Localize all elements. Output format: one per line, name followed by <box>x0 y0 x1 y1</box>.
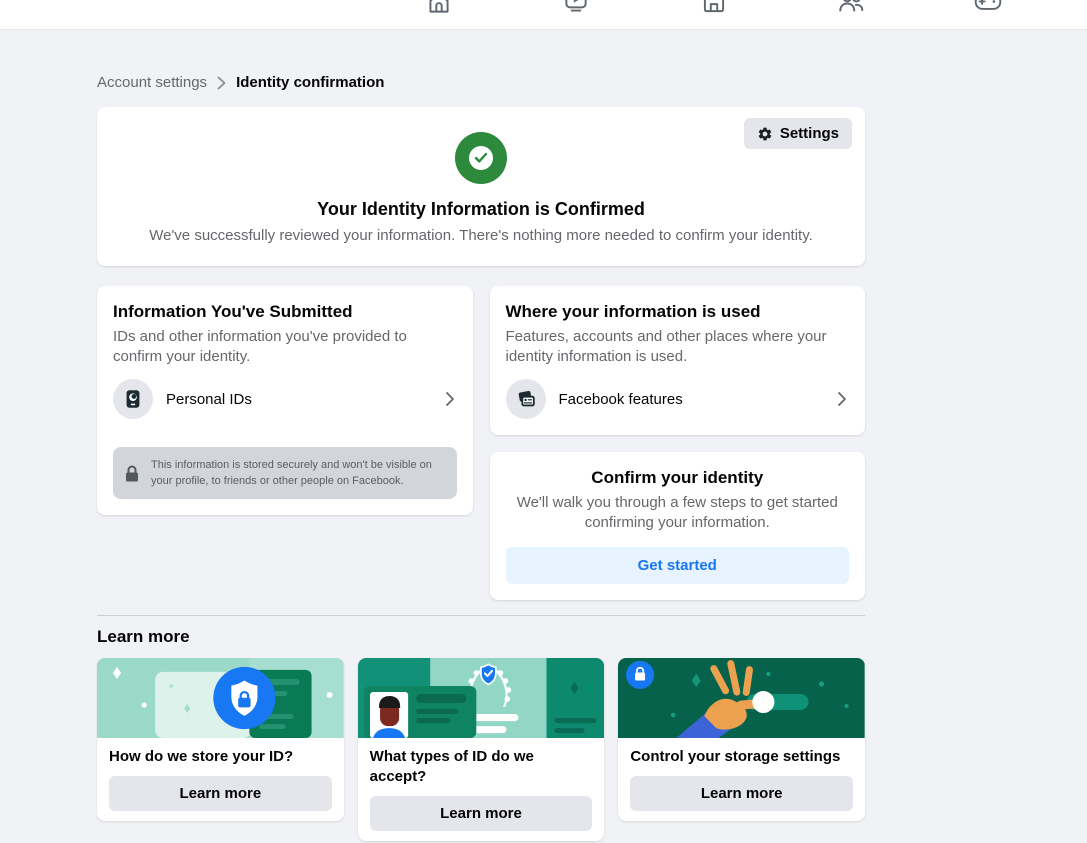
breadcrumb-account-settings[interactable]: Account settings <box>97 74 207 91</box>
secure-storage-note: This information is stored securely and … <box>113 447 457 499</box>
learn-card-title: How do we store your ID? <box>109 747 332 767</box>
identity-confirmed-card: Settings Your Identity Information is Co… <box>97 107 865 266</box>
breadcrumb-current-page: Identity confirmation <box>236 74 384 91</box>
right-column: Where your information is used Features,… <box>490 286 866 600</box>
information-submitted-title: Information You've Submitted <box>113 302 457 322</box>
home-icon[interactable] <box>424 0 454 17</box>
watch-icon[interactable] <box>561 0 591 17</box>
shield-lock-illustration <box>97 658 344 738</box>
confirmed-check-badge <box>455 132 507 184</box>
information-submitted-description: IDs and other information you've provide… <box>113 327 457 367</box>
id-badge-icon <box>113 379 153 419</box>
where-information-used-card: Where your information is used Features,… <box>490 286 866 435</box>
groups-icon[interactable] <box>836 0 866 17</box>
toggle-hand-illustration <box>618 658 865 738</box>
personal-ids-label: Personal IDs <box>166 391 445 408</box>
checkmark-icon <box>469 146 493 170</box>
section-divider <box>97 615 865 616</box>
page-title: Your Identity Information is Confirmed <box>113 199 849 220</box>
facebook-features-label: Facebook features <box>559 391 838 408</box>
gear-icon <box>757 126 773 142</box>
learn-more-card-store-id: How do we store your ID? Learn more <box>97 658 344 821</box>
learn-more-button[interactable]: Learn more <box>630 776 853 811</box>
learn-more-card-id-types: What types of ID do we accept? Learn mor… <box>358 658 605 841</box>
learn-more-card-storage-settings: Control your storage settings Learn more <box>618 658 865 821</box>
marketplace-icon[interactable] <box>699 0 729 17</box>
settings-button-label: Settings <box>780 125 839 142</box>
lock-icon <box>125 465 139 482</box>
breadcrumb: Account settings Identity confirmation <box>97 74 865 91</box>
top-navigation-bar <box>0 0 1087 30</box>
information-submitted-card: Information You've Submitted IDs and oth… <box>97 286 473 515</box>
learn-more-heading: Learn more <box>97 627 865 647</box>
get-started-button[interactable]: Get started <box>506 547 850 584</box>
where-used-description: Features, accounts and other places wher… <box>506 327 850 367</box>
page-description: We've successfully reviewed your informa… <box>128 226 834 246</box>
where-used-title: Where your information is used <box>506 302 850 322</box>
settings-button[interactable]: Settings <box>744 118 852 149</box>
personal-ids-row[interactable]: Personal IDs <box>113 379 457 419</box>
facebook-features-row[interactable]: Facebook features <box>506 379 850 419</box>
info-panels-row: Information You've Submitted IDs and oth… <box>97 286 865 600</box>
learn-more-cards-row: How do we store your ID? Learn more <box>97 658 865 841</box>
chevron-right-icon <box>837 391 849 407</box>
confirm-identity-title: Confirm your identity <box>506 468 850 488</box>
secure-storage-note-text: This information is stored securely and … <box>151 457 445 489</box>
stacked-cards-icon <box>506 379 546 419</box>
learn-card-title: What types of ID do we accept? <box>370 747 593 787</box>
id-card-illustration <box>358 658 605 738</box>
learn-more-button[interactable]: Learn more <box>109 776 332 811</box>
gaming-icon[interactable] <box>973 0 1003 17</box>
chevron-right-icon <box>445 391 457 407</box>
learn-more-button[interactable]: Learn more <box>370 796 593 831</box>
main-content: Account settings Identity confirmation S… <box>97 30 865 841</box>
learn-card-title: Control your storage settings <box>630 747 853 767</box>
confirm-identity-description: We'll walk you through a few steps to ge… <box>506 493 850 533</box>
confirm-identity-card: Confirm your identity We'll walk you thr… <box>490 452 866 600</box>
breadcrumb-chevron-icon <box>217 76 226 90</box>
